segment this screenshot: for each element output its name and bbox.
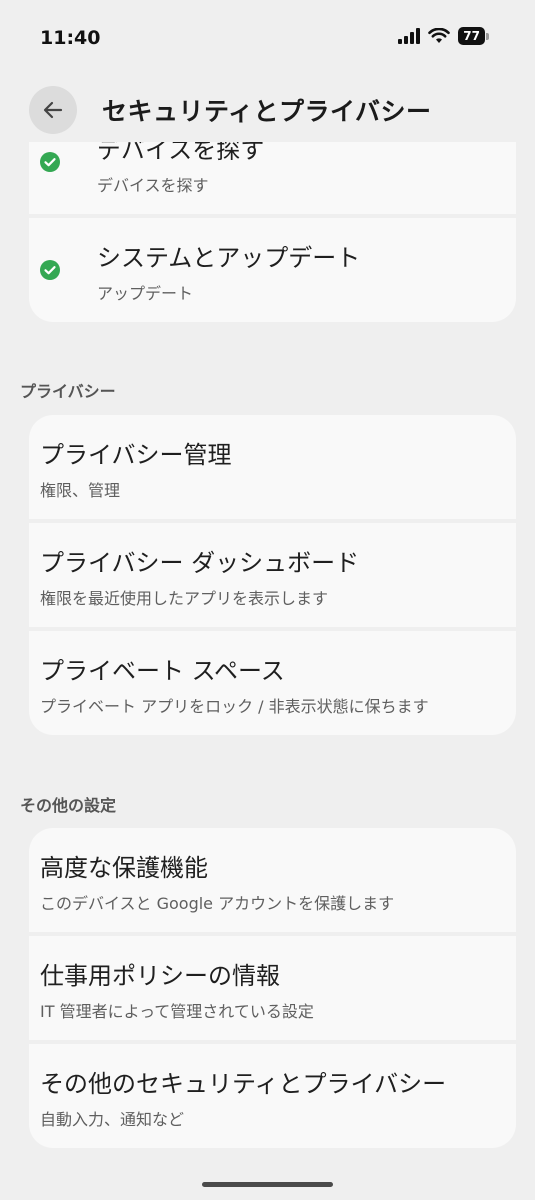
item-subtitle: IT 管理者によって管理されている設定 [40,1002,314,1021]
battery-icon: 77 [458,27,489,45]
section-header-privacy: プライバシー [20,382,116,401]
item-title: 仕事用ポリシーの情報 [40,962,280,990]
check-circle-icon [40,260,60,280]
item-subtitle: 権限、管理 [40,481,121,500]
privacy-dashboard-item[interactable]: プライバシー ダッシュボード 権限を最近使用したアプリを表示します [29,523,516,627]
other-settings-group: 高度な保護機能 このデバイスと Google アカウントを保護します 仕事用ポリ… [29,828,516,1148]
item-title: プライバシー ダッシュボード [40,549,360,577]
battery-level: 77 [458,27,485,45]
section-header-other: その他の設定 [20,796,117,815]
check-circle-icon [40,152,60,172]
privacy-controls-item[interactable]: プライバシー管理 権限、管理 [29,415,516,519]
system-update-item[interactable]: システムとアップデート アップデート [29,218,516,322]
item-subtitle: 権限を最近使用したアプリを表示します [40,589,329,608]
app-bar: セキュリティとプライバシー [0,84,535,140]
find-device-item[interactable]: デバイスを探す デバイスを探す [29,142,516,214]
item-title: デバイスを探す [97,142,265,164]
item-title: 高度な保護機能 [40,854,208,882]
item-title: その他のセキュリティとプライバシー [40,1070,447,1098]
security-status-group: デバイスを探す デバイスを探す システムとアップデート アップデート [29,142,516,322]
back-button[interactable] [29,86,77,134]
item-subtitle: プライベート アプリをロック / 非表示状態に保ちます [40,697,429,716]
status-time: 11:40 [40,27,101,49]
status-bar: 11:40 77 [0,0,535,75]
private-space-item[interactable]: プライベート スペース プライベート アプリをロック / 非表示状態に保ちます [29,631,516,735]
privacy-group: プライバシー管理 権限、管理 プライバシー ダッシュボード 権限を最近使用したア… [29,415,516,735]
arrow-left-icon [43,101,63,119]
item-subtitle: 自動入力、通知など [40,1110,185,1129]
work-policy-item[interactable]: 仕事用ポリシーの情報 IT 管理者によって管理されている設定 [29,936,516,1040]
item-subtitle: アップデート [97,284,194,303]
item-title: プライバシー管理 [40,441,232,469]
item-subtitle: このデバイスと Google アカウントを保護します [40,894,395,913]
settings-list[interactable]: デバイスを探す デバイスを探す システムとアップデート アップデート プライバシ… [0,142,535,1182]
advanced-protection-item[interactable]: 高度な保護機能 このデバイスと Google アカウントを保護します [29,828,516,932]
status-icons: 77 [398,27,489,45]
item-subtitle: デバイスを探す [97,176,209,195]
home-indicator[interactable] [202,1182,333,1187]
signal-icon [398,28,421,44]
item-title: システムとアップデート [97,244,361,272]
page-title: セキュリティとプライバシー [102,97,432,126]
more-security-privacy-item[interactable]: その他のセキュリティとプライバシー 自動入力、通知など [29,1044,516,1148]
item-title: プライベート スペース [40,657,285,685]
wifi-icon [428,28,451,43]
